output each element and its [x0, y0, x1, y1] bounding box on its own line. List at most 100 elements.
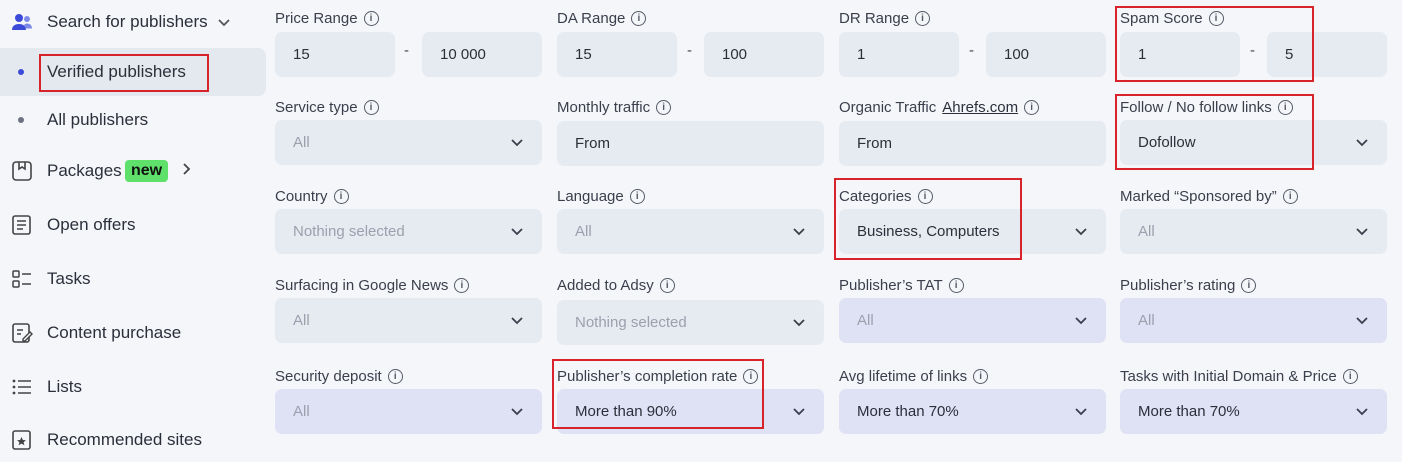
nav-verified-publishers[interactable]: Verified publishers — [0, 48, 266, 96]
spam-from-input[interactable]: 1 — [1120, 32, 1240, 77]
added-adsy-select[interactable]: Nothing selected — [557, 300, 824, 345]
chevron-down-icon — [1356, 228, 1368, 236]
tasks-icon — [10, 267, 34, 291]
chevron-down-icon — [1075, 317, 1087, 325]
country-select[interactable]: Nothing selected — [275, 209, 542, 254]
nav-lists-label: Lists — [47, 377, 82, 396]
added-adsy-label: Added to Adsy i — [557, 277, 675, 294]
chevron-right-icon — [180, 161, 192, 181]
info-icon: i — [1024, 100, 1040, 115]
da-to-input[interactable]: 100 — [704, 32, 824, 77]
range-dash: - — [1250, 42, 1255, 59]
nav-content-purchase[interactable]: Content purchase — [0, 311, 266, 355]
language-select[interactable]: All — [557, 209, 824, 254]
range-dash: - — [969, 42, 974, 59]
publisher-tat-label: Publisher’s TAT i — [839, 277, 964, 294]
sponsored-select[interactable]: All — [1120, 209, 1387, 254]
chevron-down-icon — [1075, 408, 1087, 416]
info-icon: i — [917, 189, 933, 204]
info-icon: i — [333, 189, 349, 204]
spam-score-label: Spam Score i — [1120, 10, 1224, 27]
bullet-icon — [18, 117, 24, 123]
nav-verified-label: Verified publishers — [47, 62, 186, 81]
info-icon: i — [387, 369, 403, 384]
info-icon: i — [1208, 11, 1224, 26]
chevron-down-icon — [1075, 228, 1087, 236]
nav-tasks[interactable]: Tasks — [0, 257, 266, 301]
info-icon: i — [743, 369, 759, 384]
security-deposit-select[interactable]: All — [275, 389, 542, 434]
chevron-down-icon — [793, 228, 805, 236]
nav-search-label: Search for publishers — [47, 12, 208, 31]
chevron-down-icon — [793, 408, 805, 416]
organic-traffic-label: Organic Traffic Ahrefs.com i — [839, 99, 1040, 116]
chevron-down-icon — [511, 317, 523, 325]
info-icon: i — [454, 278, 470, 293]
chevron-down-icon — [1356, 139, 1368, 147]
completion-rate-label: Publisher’s completion rate i — [557, 368, 759, 385]
security-deposit-label: Security deposit i — [275, 368, 403, 385]
categories-select[interactable]: Business, Computers — [839, 209, 1106, 254]
range-dash: - — [687, 42, 692, 59]
country-label: Country i — [275, 188, 349, 205]
monthly-traffic-input[interactable]: From — [557, 121, 824, 166]
nav-content-purchase-label: Content purchase — [47, 323, 182, 342]
sponsored-label: Marked “Sponsored by” i — [1120, 188, 1298, 205]
nav-lists[interactable]: Lists — [0, 365, 266, 409]
chevron-down-icon — [1356, 408, 1368, 416]
nav-recommended-sites[interactable]: Recommended sites — [0, 418, 266, 462]
price-to-input[interactable]: 10 000 — [422, 32, 542, 77]
avg-lifetime-label: Avg lifetime of links i — [839, 368, 989, 385]
nav-open-offers-label: Open offers — [47, 215, 136, 234]
follow-links-select[interactable]: Dofollow — [1120, 120, 1387, 165]
info-icon: i — [363, 100, 379, 115]
service-type-select[interactable]: All — [275, 120, 542, 165]
categories-label: Categories i — [839, 188, 933, 205]
price-from-input[interactable]: 15 — [275, 32, 395, 77]
nav-open-offers[interactable]: Open offers — [0, 203, 266, 247]
da-range-label: DA Range i — [557, 10, 647, 27]
dr-from-input[interactable]: 1 — [839, 32, 959, 77]
chevron-down-icon — [511, 408, 523, 416]
dr-to-input[interactable]: 100 — [986, 32, 1106, 77]
star-document-icon — [10, 428, 34, 452]
initial-domain-select[interactable]: More than 70% — [1120, 389, 1387, 434]
new-badge: new — [125, 160, 169, 182]
nav-packages[interactable]: Packages new — [0, 149, 266, 193]
nav-all-label: All publishers — [47, 110, 149, 129]
info-icon: i — [973, 369, 989, 384]
info-icon: i — [631, 11, 647, 26]
nav-search-publishers[interactable]: Search for publishers — [0, 0, 266, 44]
nav-all-publishers[interactable]: All publishers — [0, 98, 266, 142]
nav-recommended-label: Recommended sites — [47, 430, 202, 449]
info-icon: i — [656, 100, 672, 115]
chevron-down-icon — [511, 139, 523, 147]
organic-traffic-input[interactable]: From — [839, 121, 1106, 166]
initial-domain-label: Tasks with Initial Domain & Price i — [1120, 368, 1358, 385]
language-label: Language i — [557, 188, 645, 205]
dr-range-label: DR Range i — [839, 10, 931, 27]
edit-document-icon — [10, 321, 34, 345]
users-icon — [10, 10, 34, 34]
publisher-rating-select[interactable]: All — [1120, 298, 1387, 343]
avg-lifetime-select[interactable]: More than 70% — [839, 389, 1106, 434]
da-from-input[interactable]: 15 — [557, 32, 677, 77]
info-icon: i — [915, 11, 931, 26]
bullet-icon — [18, 69, 24, 75]
chevron-down-icon — [1356, 317, 1368, 325]
google-news-select[interactable]: All — [275, 298, 542, 343]
info-icon: i — [659, 278, 675, 293]
chevron-down-icon — [511, 228, 523, 236]
sidebar: Search for publishers Verified publisher… — [0, 0, 266, 450]
nav-tasks-label: Tasks — [47, 269, 91, 288]
service-type-label: Service type i — [275, 99, 379, 116]
list-icon — [10, 375, 34, 399]
nav-packages-label: Packages — [47, 161, 122, 180]
info-icon: i — [1282, 189, 1298, 204]
completion-rate-select[interactable]: More than 90% — [557, 389, 824, 434]
spam-to-input[interactable]: 5 — [1267, 32, 1387, 77]
publisher-tat-select[interactable]: All — [839, 298, 1106, 343]
info-icon: i — [1277, 100, 1293, 115]
ahrefs-link[interactable]: Ahrefs.com — [942, 99, 1018, 116]
info-icon: i — [629, 189, 645, 204]
